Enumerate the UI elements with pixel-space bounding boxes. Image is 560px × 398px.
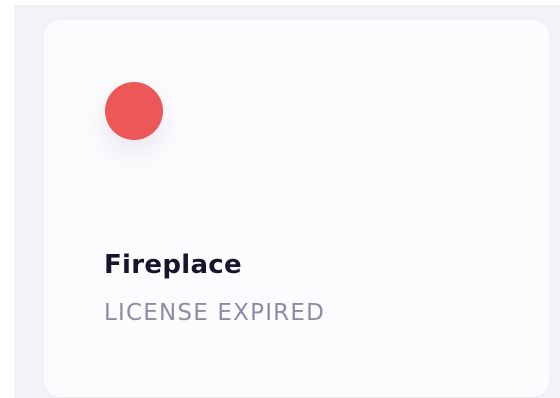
device-name: Fireplace (104, 250, 242, 280)
license-status: LICENSE EXPIRED (104, 300, 326, 326)
device-card[interactable]: Fireplace LICENSE EXPIRED (44, 20, 549, 397)
status-dot-icon (105, 82, 163, 140)
